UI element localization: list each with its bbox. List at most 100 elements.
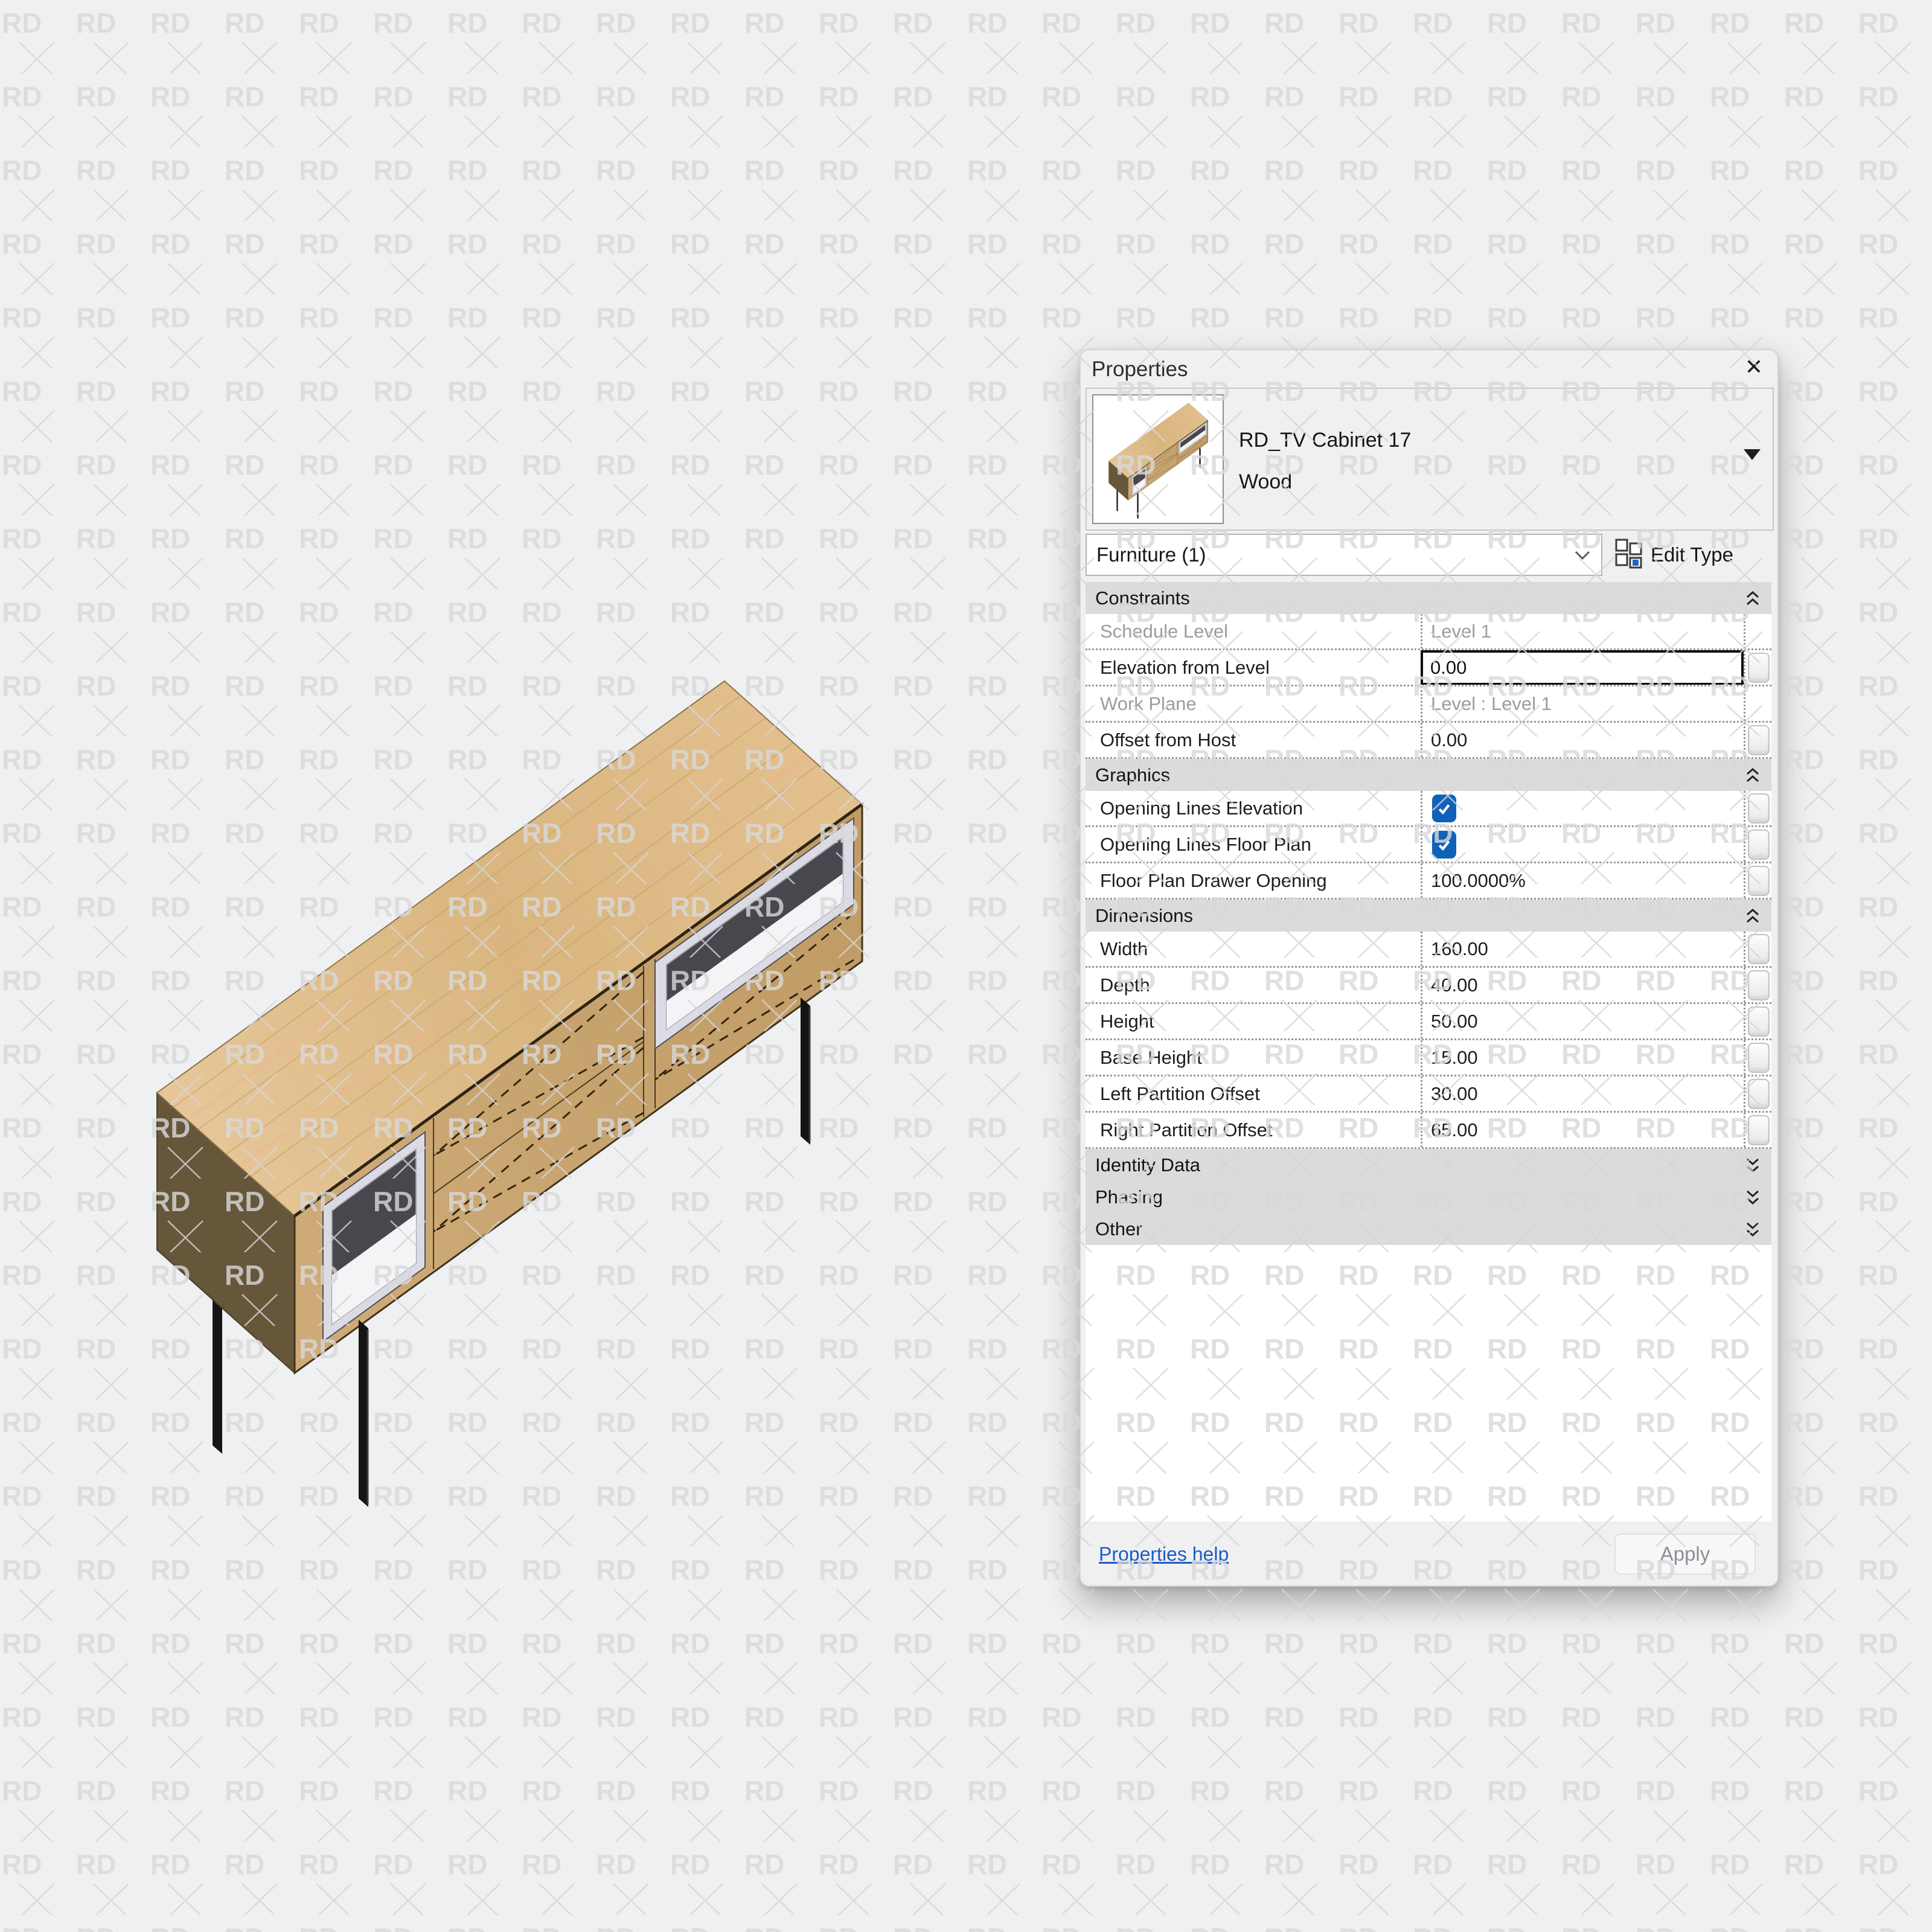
associate-parameter-button[interactable] (1748, 725, 1770, 755)
double-chevron-up-icon (1744, 766, 1762, 785)
properties-panel: Properties ✕ RD_TV Cabinet 17 Wood Furni… (1080, 349, 1779, 1587)
double-chevron-up-icon (1744, 589, 1762, 608)
property-label: Depth (1086, 968, 1421, 1002)
property-value: Level : Level 1 (1421, 686, 1744, 721)
property-value-text: 100.0000% (1431, 870, 1526, 892)
associate-parameter-cell (1744, 863, 1771, 898)
associate-parameter-cell (1744, 791, 1771, 825)
section-header-constraints[interactable]: Constraints (1086, 582, 1771, 614)
property-value[interactable]: 50.00 (1421, 1004, 1744, 1038)
section-title: Phasing (1095, 1186, 1163, 1208)
panel-title: Properties (1092, 357, 1188, 382)
property-value[interactable]: 40.00 (1421, 968, 1744, 1002)
associate-parameter-button[interactable] (1748, 793, 1770, 824)
associate-parameter-cell (1744, 1004, 1771, 1038)
associate-parameter-button[interactable] (1748, 934, 1770, 964)
property-grid: ConstraintsSchedule Level Level 1 Elevatio… (1086, 582, 1771, 1521)
edit-type-label: Edit Type (1651, 543, 1733, 566)
associate-parameter-button[interactable] (1748, 1079, 1770, 1109)
property-row: Elevation from Level 0.00 (1086, 650, 1771, 686)
property-label: Width (1086, 932, 1421, 966)
type-name: Wood (1239, 470, 1411, 494)
property-value: 0.00 (1430, 657, 1467, 679)
category-filter-value: Furniture (1) (1096, 543, 1206, 566)
property-value[interactable]: 160.00 (1421, 932, 1744, 966)
property-row: Width 160.00 (1086, 932, 1771, 968)
associate-parameter-cell (1744, 650, 1771, 685)
category-filter-combobox[interactable]: Furniture (1) (1086, 534, 1602, 576)
section-header-phasing[interactable]: Phasing (1086, 1181, 1771, 1213)
associate-parameter-cell (1744, 1040, 1771, 1075)
associate-parameter-button[interactable] (1748, 653, 1770, 683)
property-label: Elevation from Level (1086, 650, 1421, 685)
associate-parameter-button[interactable] (1748, 1115, 1770, 1145)
property-label: Opening Lines Floor Plan (1086, 827, 1421, 862)
associate-parameter-button[interactable] (1748, 866, 1770, 896)
active-edit-field[interactable]: 0.00 (1421, 650, 1744, 685)
property-label: Work Plane (1086, 686, 1421, 721)
property-label: Base Height (1086, 1040, 1421, 1075)
section-header-graphics[interactable]: Graphics (1086, 759, 1771, 791)
property-value-text: 40.00 (1431, 974, 1478, 996)
dropdown-arrow-icon (1744, 449, 1761, 460)
property-value[interactable]: 65.00 (1421, 1113, 1744, 1147)
property-value-text: 160.00 (1431, 938, 1488, 960)
associate-parameter-cell (1744, 723, 1771, 757)
property-value[interactable]: 30.00 (1421, 1076, 1744, 1111)
property-label: Left Partition Offset (1086, 1076, 1421, 1111)
section-title: Graphics (1095, 764, 1170, 786)
property-value[interactable]: 15.00 (1421, 1040, 1744, 1075)
property-label: Right Partition Offset (1086, 1113, 1421, 1147)
property-row: Floor Plan Drawer Opening100.0000% (1086, 863, 1771, 900)
close-icon[interactable]: ✕ (1745, 356, 1763, 378)
family-name: RD_TV Cabinet 17 (1239, 429, 1411, 452)
property-value[interactable]: 0.00 (1421, 723, 1744, 757)
property-label: Schedule Level (1086, 614, 1421, 648)
type-selector[interactable]: RD_TV Cabinet 17 Wood (1086, 388, 1774, 531)
property-row: Depth 40.00 (1086, 968, 1771, 1004)
double-chevron-up-icon (1744, 906, 1762, 926)
section-header-dimensions[interactable]: Dimensions (1086, 900, 1771, 932)
panel-title-bar: Properties ✕ (1081, 350, 1777, 388)
associate-parameter-cell (1744, 968, 1771, 1002)
property-value[interactable]: 100.0000% (1421, 863, 1744, 898)
associate-parameter-button[interactable] (1748, 1006, 1770, 1037)
double-chevron-down-icon (1744, 1156, 1762, 1175)
section-title: Other (1095, 1218, 1142, 1240)
property-value-cell (1421, 827, 1744, 862)
section-title: Identity Data (1095, 1154, 1200, 1176)
checkbox-checked[interactable] (1432, 831, 1456, 859)
property-row: Schedule Level Level 1 (1086, 614, 1771, 650)
associate-parameter-button[interactable] (1748, 1043, 1770, 1073)
property-value-text: 15.00 (1431, 1047, 1478, 1069)
associate-parameter-cell (1744, 686, 1771, 721)
property-row: Opening Lines Elevation (1086, 791, 1771, 827)
associate-parameter-cell (1744, 1113, 1771, 1147)
properties-help-link[interactable]: Properties help (1099, 1543, 1229, 1566)
type-preview-image (1092, 394, 1224, 524)
screenshot-stage: Properties ✕ RD_TV Cabinet 17 Wood Furni… (0, 0, 1932, 1932)
property-row: Right Partition Offset65.00 (1086, 1113, 1771, 1149)
associate-parameter-button[interactable] (1748, 830, 1770, 860)
section-title: Dimensions (1095, 905, 1193, 927)
associate-parameter-button[interactable] (1748, 970, 1770, 1000)
property-value-text: 50.00 (1431, 1011, 1478, 1032)
double-chevron-down-icon (1744, 1188, 1762, 1207)
property-value-text: 0.00 (1431, 729, 1467, 751)
edit-type-icon (1614, 538, 1643, 572)
property-row: Opening Lines Floor Plan (1086, 827, 1771, 863)
section-header-identity[interactable]: Identity Data (1086, 1149, 1771, 1181)
property-row: Offset from Host0.00 (1086, 723, 1771, 759)
checkbox-checked[interactable] (1432, 795, 1456, 822)
property-value-text: Level : Level 1 (1431, 693, 1552, 715)
edit-type-button[interactable]: Edit Type (1614, 535, 1733, 575)
section-header-other[interactable]: Other (1086, 1213, 1771, 1245)
apply-button[interactable]: Apply (1614, 1534, 1756, 1575)
property-row: Height50.00 (1086, 1004, 1771, 1040)
associate-parameter-cell (1744, 614, 1771, 648)
property-value-text: Level 1 (1431, 621, 1491, 642)
property-value: Level 1 (1421, 614, 1744, 648)
property-value-text: 30.00 (1431, 1083, 1478, 1105)
property-row: Work Plane Level : Level 1 (1086, 686, 1771, 723)
chevron-down-icon (1573, 543, 1591, 566)
